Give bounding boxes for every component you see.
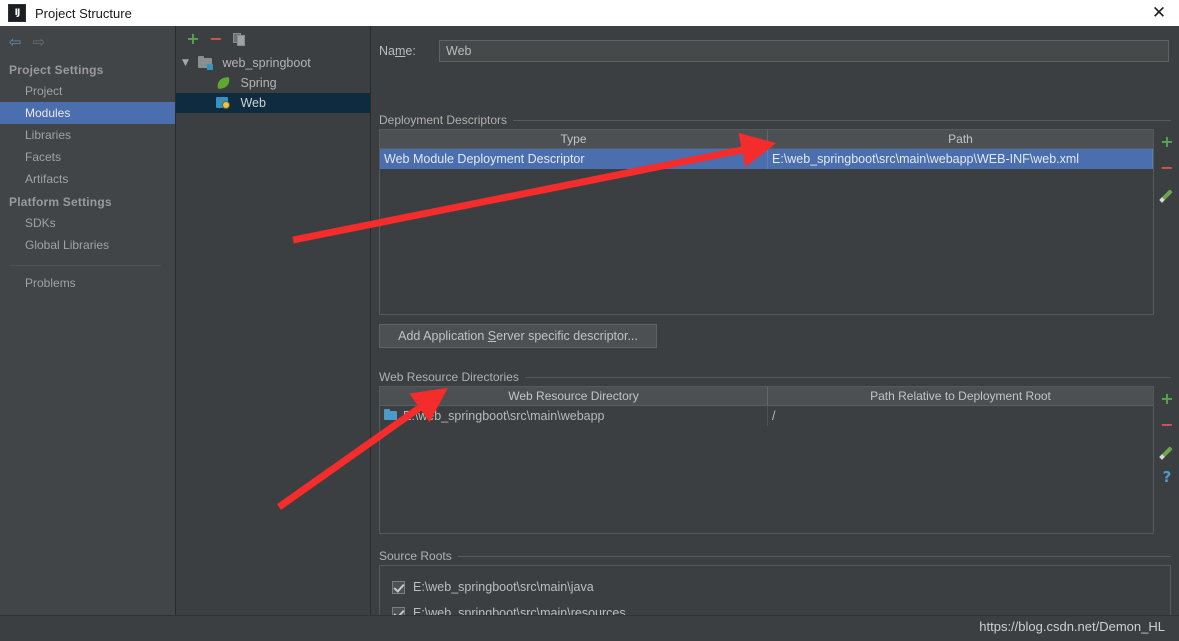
table-header: Type Path xyxy=(380,130,1153,149)
deployment-descriptors-table[interactable]: Type Path Web Module Deployment Descript… xyxy=(379,129,1154,315)
copy-module-icon[interactable] xyxy=(230,30,248,48)
folder-icon xyxy=(384,409,399,423)
sidebar-group-platform-settings: Platform Settings xyxy=(9,195,112,209)
close-icon[interactable]: ✕ xyxy=(1149,3,1169,23)
column-header-web-resource-directory[interactable]: Web Resource Directory xyxy=(380,387,768,405)
table-header: Web Resource Directory Path Relative to … xyxy=(380,387,1153,406)
window-title: Project Structure xyxy=(35,5,132,21)
tree-node-label: Spring xyxy=(240,76,277,90)
watermark-text: https://blog.csdn.net/Demon_HL xyxy=(979,619,1165,634)
add-descriptor-icon[interactable]: + xyxy=(1155,129,1179,155)
source-roots-caption: Source Roots xyxy=(379,549,1171,563)
column-header-path-relative[interactable]: Path Relative to Deployment Root xyxy=(768,387,1153,405)
bottom-strip: https://blog.csdn.net/Demon_HL xyxy=(0,615,1179,641)
add-app-server-descriptor-button[interactable]: Add Application Server specific descript… xyxy=(379,324,657,348)
intellij-idea-icon: IJ xyxy=(8,4,26,22)
sidebar-item-artifacts[interactable]: Artifacts xyxy=(0,168,175,190)
sidebar-item-modules[interactable]: Modules xyxy=(0,102,175,124)
tree-node-web-springboot[interactable]: ▼ web_springboot xyxy=(176,53,370,73)
sidebar-group-project-settings: Project Settings xyxy=(9,63,104,77)
forward-arrow-icon[interactable]: ⇨ xyxy=(30,34,48,50)
sidebar-item-project[interactable]: Project xyxy=(0,80,175,102)
sidebar-item-facets[interactable]: Facets xyxy=(0,146,175,168)
remove-descriptor-icon[interactable]: − xyxy=(1155,155,1179,181)
module-tree-panel: + − ▼ web_springboot Spring Web xyxy=(176,26,371,615)
cell-web-resource-directory: E:\web_springboot\src\main\webapp xyxy=(380,406,768,426)
caption-text: Source Roots xyxy=(379,549,452,563)
cell-type: Web Module Deployment Descriptor xyxy=(380,149,768,169)
caption-rule xyxy=(513,119,1171,121)
deployment-descriptors-caption: Deployment Descriptors xyxy=(379,113,1171,127)
table-row[interactable]: E:\web_springboot\src\main\webapp / xyxy=(380,406,1153,426)
tree-node-label: Web xyxy=(240,96,266,110)
tree-node-spring[interactable]: Spring xyxy=(176,73,370,93)
caption-text: Deployment Descriptors xyxy=(379,113,508,127)
sidebar-divider xyxy=(9,265,161,266)
chevron-down-icon[interactable]: ▼ xyxy=(182,53,194,73)
column-header-type[interactable]: Type xyxy=(380,130,768,148)
caption-rule xyxy=(457,555,1171,557)
source-root-label: E:\web_springboot\src\main\java xyxy=(413,580,594,594)
caption-rule xyxy=(524,376,1171,378)
name-label: Name: xyxy=(379,44,416,58)
navigation-arrows: ⇦ ⇨ xyxy=(0,28,175,56)
dialog-body: ⇦ ⇨ Project Settings Project Modules Lib… xyxy=(0,26,1179,641)
name-row: Name: xyxy=(379,40,1171,64)
tree-node-web[interactable]: Web xyxy=(176,93,370,113)
web-resource-directories-caption: Web Resource Directories xyxy=(379,370,1171,384)
checkbox-icon[interactable] xyxy=(392,580,405,594)
sidebar-item-sdks[interactable]: SDKs xyxy=(0,212,175,234)
name-input[interactable] xyxy=(439,40,1169,62)
tree-node-label: web_springboot xyxy=(222,56,311,70)
cell-relative-path: / xyxy=(772,409,776,423)
sidebar-item-global-libraries[interactable]: Global Libraries xyxy=(0,234,175,256)
edit-web-resource-icon[interactable] xyxy=(1155,438,1179,464)
add-module-icon[interactable]: + xyxy=(184,30,202,48)
deployment-descriptors-toolbar: + − xyxy=(1155,129,1179,207)
sidebar-item-libraries[interactable]: Libraries xyxy=(0,124,175,146)
table-row[interactable]: Web Module Deployment Descriptor E:\web_… xyxy=(380,149,1153,169)
sidebar-item-problems[interactable]: Problems xyxy=(0,272,175,294)
module-icon xyxy=(198,56,213,70)
window-titlebar: IJ Project Structure ✕ xyxy=(0,0,1179,27)
cell-text: E:\web_springboot\src\main\webapp xyxy=(403,409,605,423)
back-arrow-icon[interactable]: ⇦ xyxy=(6,34,24,50)
remove-web-resource-icon[interactable]: − xyxy=(1155,412,1179,438)
module-tree-toolbar: + − xyxy=(176,26,370,52)
add-web-resource-icon[interactable]: + xyxy=(1155,386,1179,412)
list-item[interactable]: E:\web_springboot\src\main\java xyxy=(380,574,1170,600)
settings-sidebar: ⇦ ⇨ Project Settings Project Modules Lib… xyxy=(0,26,176,615)
web-facet-icon xyxy=(216,96,231,110)
edit-descriptor-icon[interactable] xyxy=(1155,181,1179,207)
web-resource-directories-toolbar: + − ? xyxy=(1155,386,1179,490)
cell-path: E:\web_springboot\src\main\webapp\WEB-IN… xyxy=(768,149,1153,169)
caption-text: Web Resource Directories xyxy=(379,370,519,384)
web-resource-directories-table[interactable]: Web Resource Directory Path Relative to … xyxy=(379,386,1154,534)
remove-module-icon[interactable]: − xyxy=(207,30,225,48)
column-header-path[interactable]: Path xyxy=(768,130,1153,148)
help-icon[interactable]: ? xyxy=(1155,464,1179,490)
spring-leaf-icon xyxy=(216,76,231,90)
facet-settings-pane: Name: Deployment Descriptors Type Path W… xyxy=(371,26,1179,636)
